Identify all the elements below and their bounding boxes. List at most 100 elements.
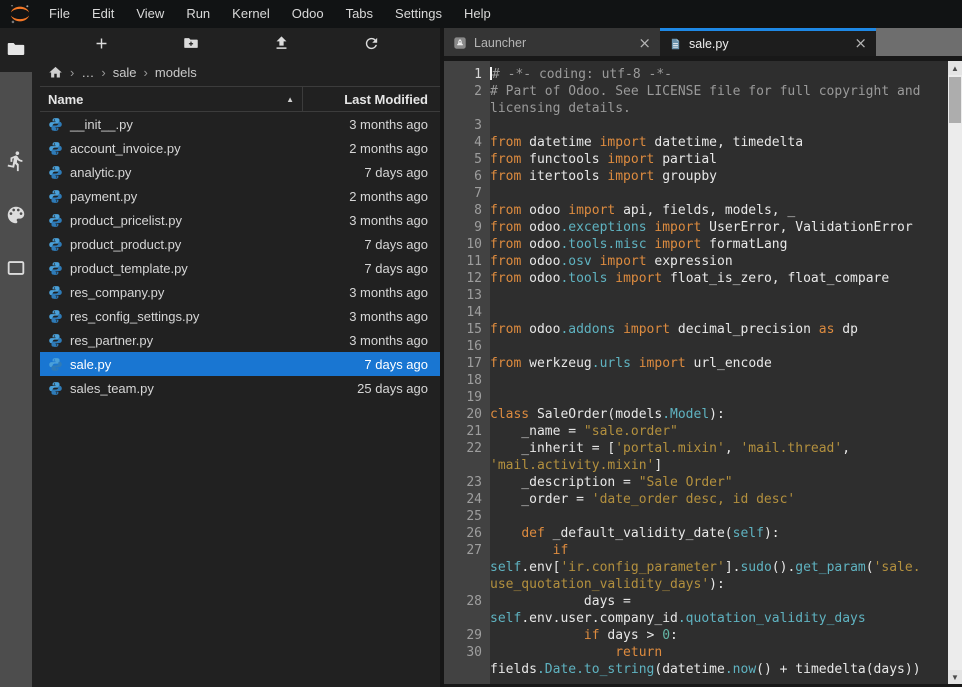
- code-line: 9from odoo.exceptions import UserError, …: [444, 219, 948, 236]
- code-line: 14: [444, 304, 948, 321]
- new-folder-button[interactable]: [169, 30, 213, 56]
- scroll-up-icon[interactable]: ▲: [948, 61, 962, 75]
- file-row[interactable]: product_pricelist.py3 months ago: [40, 208, 440, 232]
- line-number: 25: [444, 508, 482, 525]
- code-text: [482, 185, 490, 202]
- menu-file[interactable]: File: [38, 0, 81, 28]
- name-column-label: Name: [48, 92, 83, 107]
- line-number: 10: [444, 236, 482, 253]
- menu-help[interactable]: Help: [453, 0, 502, 28]
- menu-odoo[interactable]: Odoo: [281, 0, 335, 28]
- code-line: 15from odoo.addons import decimal_precis…: [444, 321, 948, 338]
- upload-button[interactable]: [259, 30, 303, 56]
- close-icon[interactable]: ×: [638, 36, 651, 51]
- line-number: 5: [444, 151, 482, 168]
- file-row[interactable]: payment.py2 months ago: [40, 184, 440, 208]
- code-editor[interactable]: 1# -*- coding: utf-8 -*-2# Part of Odoo.…: [444, 61, 948, 684]
- new-launcher-button[interactable]: [79, 30, 123, 56]
- menu-kernel[interactable]: Kernel: [221, 0, 281, 28]
- menu-settings[interactable]: Settings: [384, 0, 453, 28]
- file-modified: 3 months ago: [349, 213, 440, 228]
- scroll-down-icon[interactable]: ▼: [948, 670, 962, 684]
- folder-icon[interactable]: [5, 38, 27, 60]
- python-file-icon: [48, 165, 63, 180]
- line-number: 11: [444, 253, 482, 270]
- tab-sale-py[interactable]: sale.py ×: [660, 28, 876, 56]
- line-number: 30: [444, 644, 482, 661]
- code-line: 23 _description = "Sale Order": [444, 474, 948, 491]
- file-modified: 7 days ago: [364, 261, 440, 276]
- line-number: 26: [444, 525, 482, 542]
- file-row[interactable]: res_partner.py3 months ago: [40, 328, 440, 352]
- python-file-icon: [48, 285, 63, 300]
- file-row[interactable]: sales_team.py25 days ago: [40, 376, 440, 400]
- tab-label: Launcher: [474, 36, 526, 50]
- line-number: [444, 457, 482, 474]
- file-row[interactable]: account_invoice.py2 months ago: [40, 136, 440, 160]
- line-number: 22: [444, 440, 482, 457]
- file-row[interactable]: analytic.py7 days ago: [40, 160, 440, 184]
- code-line: 22 _inherit = ['portal.mixin', 'mail.thr…: [444, 440, 948, 457]
- code-text: self.env['ir.config_parameter'].sudo().g…: [482, 559, 921, 576]
- code-text: [482, 372, 490, 389]
- code-line: 19: [444, 389, 948, 406]
- code-line: 10from odoo.tools.misc import formatLang: [444, 236, 948, 253]
- file-modified: 7 days ago: [364, 357, 440, 372]
- file-name: product_template.py: [70, 261, 364, 276]
- scrollbar-thumb[interactable]: [949, 77, 961, 123]
- file-browser-toolbar: [32, 28, 440, 58]
- code-line: 8from odoo import api, fields, models, _: [444, 202, 948, 219]
- menu-tabs[interactable]: Tabs: [335, 0, 384, 28]
- code-text: from werkzeug.urls import url_encode: [482, 355, 772, 372]
- file-row[interactable]: res_config_settings.py3 months ago: [40, 304, 440, 328]
- code-line: self.env.user.company_id.quotation_valid…: [444, 610, 948, 627]
- file-modified: 3 months ago: [349, 333, 440, 348]
- menu-view[interactable]: View: [125, 0, 175, 28]
- editor-scrollbar[interactable]: ▲ ▼: [948, 61, 962, 684]
- line-number: 8: [444, 202, 482, 219]
- code-text: class SaleOrder(models.Model):: [482, 406, 725, 423]
- column-header-modified[interactable]: Last Modified: [303, 92, 440, 107]
- tab-launcher[interactable]: Launcher ×: [444, 28, 660, 56]
- palette-icon[interactable]: [5, 204, 27, 226]
- code-text: if days > 0:: [482, 627, 678, 644]
- breadcrumb-separator: ›: [101, 65, 105, 80]
- menu-run[interactable]: Run: [175, 0, 221, 28]
- line-number: 13: [444, 287, 482, 304]
- breadcrumb-item[interactable]: …: [81, 65, 94, 80]
- file-row[interactable]: sale.py7 days ago: [40, 352, 440, 376]
- code-line: 28 days =: [444, 593, 948, 610]
- line-number: 20: [444, 406, 482, 423]
- running-man-icon[interactable]: [5, 150, 27, 172]
- file-name: payment.py: [70, 189, 349, 204]
- line-number: 27: [444, 542, 482, 559]
- close-icon[interactable]: ×: [854, 36, 867, 51]
- python-file-icon: [48, 189, 63, 204]
- code-text: from odoo import api, fields, models, _: [482, 202, 795, 219]
- breadcrumb-item[interactable]: sale: [113, 65, 137, 80]
- code-text: [482, 117, 490, 134]
- code-line: 1# -*- coding: utf-8 -*-: [444, 66, 948, 83]
- menubar: FileEditViewRunKernelOdooTabsSettingsHel…: [0, 0, 962, 28]
- line-number: [444, 559, 482, 576]
- code-line: 3: [444, 117, 948, 134]
- file-modified: 25 days ago: [357, 381, 440, 396]
- code-text: from odoo.osv import expression: [482, 253, 733, 270]
- file-name: product_product.py: [70, 237, 364, 252]
- breadcrumb-item[interactable]: models: [155, 65, 197, 80]
- menubar-items: FileEditViewRunKernelOdooTabsSettingsHel…: [38, 0, 502, 28]
- code-line: fields.Date.to_string(datetime.now() + t…: [444, 661, 948, 678]
- file-row[interactable]: res_company.py3 months ago: [40, 280, 440, 304]
- file-row[interactable]: product_template.py7 days ago: [40, 256, 440, 280]
- home-icon[interactable]: [48, 65, 63, 80]
- column-header-name[interactable]: Name ▲: [40, 87, 303, 111]
- line-number: 18: [444, 372, 482, 389]
- menu-edit[interactable]: Edit: [81, 0, 125, 28]
- tabs-icon[interactable]: [5, 257, 27, 279]
- code-line: 6from itertools import groupby: [444, 168, 948, 185]
- file-row[interactable]: product_product.py7 days ago: [40, 232, 440, 256]
- sort-ascending-icon[interactable]: ▲: [286, 95, 294, 104]
- file-row[interactable]: __init__.py3 months ago: [40, 112, 440, 136]
- line-number: 29: [444, 627, 482, 644]
- refresh-button[interactable]: [349, 30, 393, 56]
